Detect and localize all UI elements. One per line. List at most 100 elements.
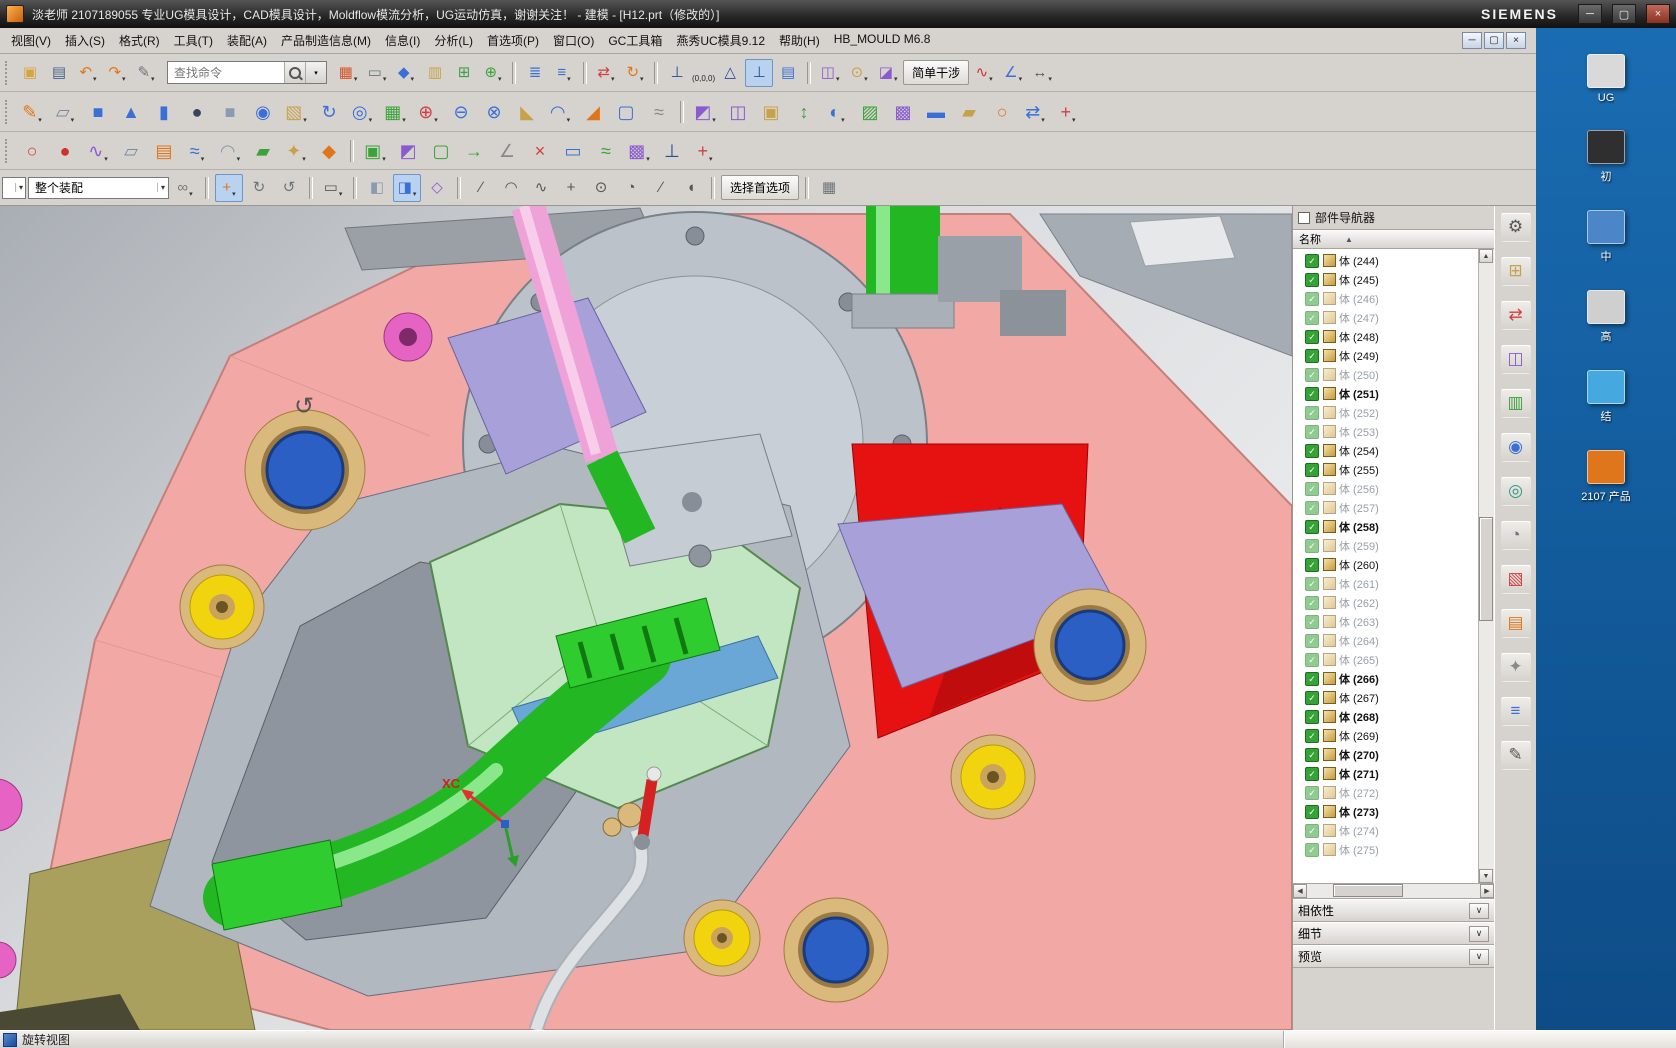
menu-item[interactable]: 产品制造信息(M) [274,29,378,52]
navigator-row[interactable]: ✓ 体 (267) [1297,688,1478,707]
menu-item[interactable]: 插入(S) [58,29,112,52]
hd3d-tools-icon[interactable]: ◉ [1500,432,1531,462]
redo-icon[interactable]: ↷ ▾ [103,59,131,87]
measure-angle-icon[interactable]: ∠ ▾ [999,59,1027,87]
i-form-icon[interactable]: ◆ [313,135,345,167]
checkbox-icon[interactable]: ✓ [1305,272,1319,287]
navigator-row[interactable]: ✓ 体 (262) [1297,593,1478,612]
checkbox-icon[interactable]: ✓ [1305,671,1319,686]
subtract-icon[interactable]: ⊖ [445,96,477,128]
save-displayed-part-icon[interactable]: ▤ [774,59,802,87]
edge-blend-icon[interactable]: ◠ ▾ [544,96,576,128]
trimmed-sheet-icon[interactable]: ◩ [392,135,424,167]
checkbox-icon[interactable]: ✓ [1305,690,1319,705]
fit-view-icon[interactable]: ⊞ [450,59,478,87]
cylinder-icon[interactable]: ▮ [148,96,180,128]
checkbox-icon[interactable]: ✓ [1305,804,1319,819]
fill-surface-icon[interactable]: ▰ [247,135,279,167]
four-point-surface-icon[interactable]: ▱ [115,135,147,167]
navigator-row[interactable]: ✓ 体 (265) [1297,650,1478,669]
scroll-left-icon[interactable]: ◀ [1293,884,1307,898]
menu-item[interactable]: 燕秀UC模具9.12 [669,29,772,52]
navigator-row[interactable]: ✓ 体 (261) [1297,574,1478,593]
save-icon[interactable]: ▤ [45,59,73,87]
datum-axis-icon[interactable]: ⊥ [656,135,688,167]
checkbox-icon[interactable]: ✓ [1305,709,1319,724]
format-painter-icon[interactable]: ✎ ▾ [132,59,160,87]
refit-surface-icon[interactable]: ≈ [590,135,622,167]
derived-rotate-cw-icon[interactable]: ↻ [245,174,273,202]
manufacturing-wizard-icon[interactable]: ✦ [1500,652,1531,682]
display-mode-icon[interactable]: ▭ ▾ [363,59,391,87]
x-form-icon[interactable]: ✦ ▾ [280,135,312,167]
menu-item[interactable]: 首选项(P) [480,29,546,52]
sew-sheet-icon[interactable]: ▩ ▾ [623,135,655,167]
menu-item[interactable]: 工具(T) [167,29,220,52]
thicken-icon[interactable]: ▬ [920,96,952,128]
offset-face-icon[interactable]: ▣ [755,96,787,128]
cone-icon[interactable]: ▲ [115,96,147,128]
navigator-row[interactable]: ✓ 体 (244) [1297,251,1478,270]
scrollbar-thumb[interactable] [1479,517,1493,621]
law-extension-icon[interactable]: ∠ [491,135,523,167]
datum-plane-icon[interactable]: ▱ ▾ [49,96,81,128]
checkbox-icon[interactable]: ✓ [1305,747,1319,762]
checkbox-icon[interactable]: ✓ [1305,614,1319,629]
arrange-windows-icon[interactable]: ▦ ▾ [334,59,362,87]
mirror-feature-icon[interactable]: ◐ ▾ [821,96,853,128]
navigator-row[interactable]: ✓ 体 (249) [1297,346,1478,365]
checkbox-icon[interactable]: ✓ [1305,633,1319,648]
derived-rotate-ccw-icon[interactable]: ↺ [275,174,303,202]
sew-icon[interactable]: ▩ [887,96,919,128]
unite-icon[interactable]: ⊕ ▾ [412,96,444,128]
boss-icon[interactable]: ◉ [247,96,279,128]
emboss-icon[interactable]: ▰ [953,96,985,128]
zoom-view-icon[interactable]: ⊕ ▾ [479,59,507,87]
selection-preferences[interactable]: 选择首选项 [721,175,800,200]
menu-item[interactable]: GC工具箱 [601,29,669,52]
vertical-scrollbar[interactable]: ▲ ▼ [1478,249,1494,883]
section-dependencies[interactable]: 相依性 ∨ [1293,899,1494,922]
shaded-with-edges-icon[interactable]: ◨ ▾ [393,173,421,202]
snapshot-icon[interactable]: ▥ [421,59,449,87]
checkbox-icon[interactable]: ✓ [1305,728,1319,743]
snap-point-icon[interactable]: + ▾ [215,173,243,202]
sketch-icon[interactable]: ✎ ▾ [16,96,48,128]
rotate-object-icon[interactable]: ↻ ▾ [621,59,649,87]
search-dropdown-icon[interactable]: ▾ [305,62,326,83]
checkbox-icon[interactable]: ✓ [1305,823,1319,838]
navigator-row[interactable]: ✓ 体 (248) [1297,327,1478,346]
simple-interference[interactable]: 简单干涉 [903,60,970,85]
checkbox-icon[interactable]: ✓ [1305,519,1319,534]
scroll-up-icon[interactable]: ▲ [1479,249,1493,263]
settings-gear-icon[interactable]: ⚙ [1500,212,1531,242]
checkbox-icon[interactable]: ✓ [1305,785,1319,800]
navigator-row[interactable]: ✓ 体 (272) [1297,783,1478,802]
system-scenes-icon[interactable]: ✎ [1500,740,1531,770]
menu-item[interactable]: 视图(V) [4,29,58,52]
graphics-viewport[interactable]: XC ↺ [0,206,1292,1030]
checkbox-icon[interactable]: ✓ [1305,538,1319,553]
reuse-library-icon[interactable]: ▥ [1500,388,1531,418]
move-face-icon[interactable]: ⇄ ▾ [1019,96,1051,128]
checkbox-icon[interactable]: ✓ [1305,481,1319,496]
navigator-row[interactable]: ✓ 体 (264) [1297,631,1478,650]
checkbox-icon[interactable]: ✓ [1305,576,1319,591]
section-collapse-icon[interactable]: ∨ [1469,948,1489,965]
pattern-feature-icon[interactable]: ▦ ▾ [379,96,411,128]
wrap-geometry-icon[interactable]: ○ [986,96,1018,128]
menu-item[interactable]: 窗口(O) [546,29,601,52]
column-header[interactable]: 名称 ▲ [1293,229,1494,249]
checkbox-icon[interactable]: ✓ [1305,766,1319,781]
undo-icon[interactable]: ↶ ▾ [74,59,102,87]
section-collapse-icon[interactable]: ∨ [1469,925,1489,942]
snap-face-icon[interactable]: ◖ [677,174,705,202]
menu-item[interactable]: 装配(A) [220,29,274,52]
patch-icon[interactable]: ▨ [854,96,886,128]
checkbox-icon[interactable]: ✓ [1305,557,1319,572]
menu-item[interactable]: 格式(R) [112,29,167,52]
synchronous-move-icon[interactable]: + ▾ [1052,96,1084,128]
thread-icon[interactable]: ≈ [643,96,675,128]
navigator-row[interactable]: ✓ 体 (268) [1297,707,1478,726]
navigator-row[interactable]: ✓ 体 (275) [1297,840,1478,859]
